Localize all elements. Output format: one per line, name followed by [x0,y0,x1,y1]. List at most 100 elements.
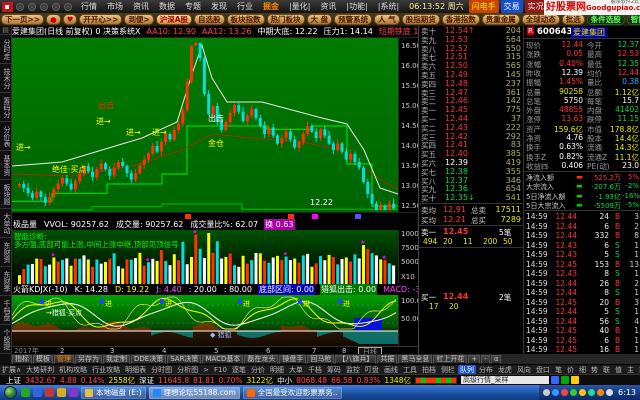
quote-tab[interactable]: 分布 [477,365,495,375]
book-volume[interactable]: 315 [479,52,521,61]
menu-item[interactable]: 资讯 [320,2,336,11]
left-tab-分价表[interactable]: 分价表 [0,122,12,151]
quote-tab[interactable]: 值 [613,365,624,375]
left-tab-筹码分布[interactable]: 筹码分布 [0,93,12,122]
menu-item[interactable]: |系统| [378,2,399,11]
view-tab[interactable]: 侧栏 [439,365,457,375]
toolbar-button[interactable]: 人 气 [374,14,400,25]
book-volume[interactable]: 237 [479,79,521,88]
book-price[interactable]: 12.45 [445,105,468,114]
indicator-tab[interactable]: DDE决策 [131,355,166,364]
menu-item[interactable]: 发现 [211,2,227,11]
book-price[interactable]: 12.37 [445,176,468,185]
taskbar-window-button[interactable]: 本地磁盘 (E:) [81,387,146,399]
toolbar-button[interactable]: 下一页>> [1,14,44,25]
menu-item[interactable]: 市场 [107,2,123,11]
book-price[interactable]: 12.43 [445,123,468,132]
volume-panel[interactable]: 智能诊断: 多方强,底部可能上涨,中间上涨中继,顶部见顶信号 ★★★★★★ 10… [12,230,418,284]
book-volume[interactable]: 292 [479,132,521,141]
indicator-tab[interactable]: α [491,355,502,364]
taskbar-quick-icon[interactable] [45,388,54,397]
book-price[interactable]: 12.52 [445,44,468,53]
start-button[interactable] [4,386,17,399]
view-tab[interactable]: F10 [212,366,229,374]
indicator-tab[interactable]: 回马枪 [307,355,334,364]
view-tab[interactable]: 行业攻略 [90,365,122,375]
book-volume[interactable]: 361 [479,88,521,97]
book-price[interactable]: 12.42 [445,132,468,141]
indicator-tab[interactable]: 操盘手 [279,355,306,364]
book-price[interactable]: 12.46 [445,96,468,105]
book-volume[interactable]: 541 [479,193,521,202]
book-price[interactable]: 12.44 [445,114,468,123]
indicator-tab[interactable]: 共振 [377,355,397,364]
toolbar-button[interactable]: 自选股 [194,14,225,25]
book-price[interactable]: 12.35↓ [445,193,475,202]
toolbar-circle-icon[interactable] [28,3,36,11]
book-price[interactable]: 12.49 [445,70,468,79]
quote-tab[interactable]: 势 [589,365,600,375]
menu-item[interactable]: 资讯 [133,2,149,11]
book-volume[interactable]: 37 [479,114,521,123]
left-tab-东财资金[interactable]: 东财资金 [0,238,12,267]
quote-tab[interactable]: 风向 [515,365,533,375]
view-tab[interactable]: 工具 [401,365,419,375]
indicator-tab[interactable]: SAR决策 [167,355,201,364]
menu-item[interactable]: |功能| [346,2,367,11]
view-tab[interactable]: 分析图 [175,365,200,375]
toolbar-button[interactable]: 沪深A股 [156,14,192,25]
taskbar-quick-icon[interactable] [57,388,66,397]
indicator-tab[interactable]: 管理 [54,355,74,364]
toolbar-button[interactable]: 智能预警 [627,14,640,25]
view-tab[interactable]: > [201,366,211,374]
toolbar-button[interactable]: 全球动态 [522,14,560,25]
quote-tab[interactable]: 笔 [553,365,564,375]
left-tab-板块题材[interactable]: 板块题材 [0,180,12,209]
toolbar-button[interactable]: 股指期货 [402,14,440,25]
left-tab-基本资料[interactable]: 基本资料 [0,151,12,180]
quote-tab[interactable]: 队列 [458,365,476,375]
view-tab[interactable]: 分时图 [149,365,174,375]
view-tab[interactable]: 筹码 [325,365,343,375]
toolbar-button[interactable]: 到便> [124,14,153,25]
book-volume[interactable]: 775 [479,105,521,114]
view-tab[interactable]: 监控 [344,365,362,375]
toolbar-button[interactable]: 开开心>> [79,14,122,25]
book-volume[interactable]: 564 [479,35,521,44]
view-tab[interactable]: 大单 [287,365,305,375]
status-icon[interactable] [571,376,579,384]
book-price[interactable]: 12.47 [445,88,468,97]
left-tab-个股提示[interactable]: 个股提示 [0,325,12,354]
menu-item[interactable]: 行情 [81,2,97,11]
book-volume[interactable]: 654 [479,184,521,193]
toolbar-circle-icon[interactable] [16,3,24,11]
left-tab-千档盘口[interactable]: 千档盘口 [0,296,12,325]
tray-icon[interactable] [579,389,586,396]
book-volume[interactable]: 419 [479,158,521,167]
indicator-tab[interactable]: 指标 [12,355,32,364]
book-price[interactable]: 12.53 [445,35,468,44]
kdj-panel[interactable]: 进进进进进进→猎狐·买点◆ 猎狐 100.050.00 [12,295,418,346]
view-tab[interactable]: 画线 [382,365,400,375]
menu-item[interactable]: 行业 [237,2,253,11]
menu-item[interactable]: 数据 [159,2,175,11]
taskbar-quick-icon[interactable] [21,388,30,397]
quick-button[interactable]: 闪电手 [469,0,499,13]
quick-command-input[interactable]: 高级行情_采样 [461,376,549,384]
quote-tab[interactable]: 价 [565,365,576,375]
toolbar-button[interactable]: ♥ [63,14,78,25]
toolbar-button[interactable]: 热门板块 [267,14,305,25]
book-price[interactable]: 12.54↑ [445,26,475,35]
book-volume[interactable]: 355 [479,167,521,176]
indicator-tab[interactable]: + [468,355,480,364]
quote-tab[interactable]: 龙虎 [496,365,514,375]
left-tab-技术分析[interactable]: 技术分析 [0,64,12,93]
indicator-tab[interactable]: 模板 [33,355,53,364]
toolbar-button[interactable]: 批选 [562,14,585,25]
quote-tab[interactable]: 联 [601,365,612,375]
tray-icon[interactable] [570,389,577,396]
left-tab-大单动向[interactable]: 大单动向 [0,209,12,238]
toolbar-circle-icon[interactable] [52,3,60,11]
menu-item[interactable]: |量化| [289,2,310,11]
book-volume[interactable]: 204 [479,26,521,35]
